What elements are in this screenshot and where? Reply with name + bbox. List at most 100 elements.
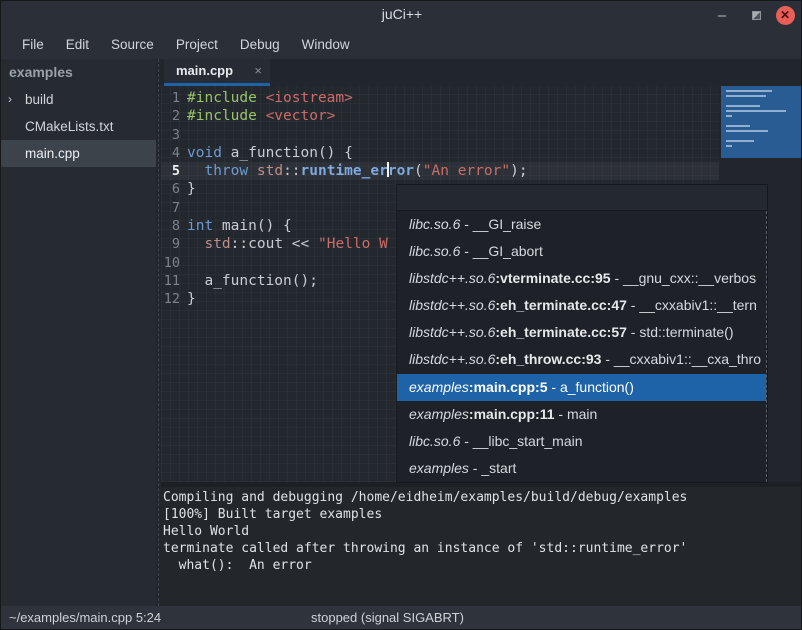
line-number: 2 — [161, 107, 187, 125]
frame-library: libstdc++.so.6 — [409, 324, 495, 340]
minimize-button[interactable]: – — [709, 1, 735, 29]
stack-frame-row[interactable]: examples - _start — [397, 455, 766, 482]
popup-search-entry[interactable] — [397, 185, 767, 211]
stack-frame-row[interactable]: libstdc++.so.6:eh_terminate.cc:57 - std:… — [397, 319, 766, 346]
line-number: 12 — [161, 290, 187, 308]
restore-button[interactable] — [743, 1, 769, 29]
minimap-code-line — [726, 115, 732, 117]
frame-function: - __gnu_cxx::__verbos — [611, 270, 757, 286]
terminal-line: what(): An error — [163, 557, 802, 574]
status-debug-state: stopped (signal SIGABRT) — [311, 610, 464, 625]
code-token: } — [187, 291, 196, 307]
file-tree: examples › build CMakeLists.txt main.cpp — [1, 59, 156, 606]
terminal-line: Compiling and debugging /home/eidheim/ex… — [163, 489, 802, 506]
frame-library: libstdc++.so.6 — [409, 297, 495, 313]
stack-frame-row[interactable]: libstdc++.so.6:vterminate.cc:95 - __gnu_… — [397, 265, 766, 292]
menu-window[interactable]: Window — [291, 33, 361, 56]
line-number: 1 — [161, 89, 187, 107]
line-number: 5 — [161, 162, 187, 180]
minimap-code-line — [726, 105, 760, 107]
stack-frame-row[interactable]: libc.so.6 - __GI_raise — [397, 211, 766, 238]
menu-debug[interactable]: Debug — [229, 33, 291, 56]
code-token: ror — [388, 163, 414, 179]
tree-item-cmakelists[interactable]: CMakeLists.txt — [1, 113, 156, 140]
stack-frame-row[interactable]: libstdc++.so.6:eh_throw.cc:93 - __cxxabi… — [397, 346, 766, 373]
code-token — [248, 163, 257, 179]
tree-item-main-cpp[interactable]: main.cpp — [1, 140, 156, 167]
line-number: 3 — [161, 126, 187, 144]
tree-item-label: main.cpp — [25, 146, 80, 161]
code-token — [187, 163, 204, 179]
terminal-output[interactable]: Compiling and debugging /home/eidheim/ex… — [161, 487, 802, 606]
titlebar[interactable]: juCi++ – ✕ — [1, 1, 802, 29]
terminal-line: [100%] Built target examples — [163, 506, 802, 523]
code-token: #include — [187, 108, 266, 124]
frame-library: libc.so.6 — [409, 216, 460, 232]
frame-function: - __cxxabiv1::__tern — [627, 297, 757, 313]
code-token: "An error" — [423, 163, 510, 179]
frame-function: - main — [555, 406, 598, 422]
tab-main-cpp[interactable]: main.cpp × — [164, 59, 270, 86]
frame-file: :eh_terminate.cc:47 — [495, 297, 627, 313]
minimap-code-line — [726, 145, 732, 147]
code-token: main() { — [213, 218, 292, 234]
menu-file[interactable]: File — [11, 33, 55, 56]
frame-library: libc.so.6 — [409, 243, 460, 259]
minimap-viewport[interactable] — [721, 86, 801, 158]
frame-file: :main.cpp:5 — [469, 379, 548, 395]
code-token: a_function() { — [222, 145, 353, 161]
tree-item-label: build — [25, 92, 54, 107]
stack-frame-row[interactable]: libc.so.6 - __GI_abort — [397, 238, 766, 265]
code-token: :: — [283, 163, 300, 179]
frame-file: :main.cpp:11 — [469, 406, 555, 422]
frame-function: - _start — [469, 460, 516, 476]
project-root-label: examples — [1, 59, 156, 86]
stack-frame-row[interactable]: libstdc++.so.6:eh_terminate.cc:47 - __cx… — [397, 292, 766, 319]
tree-item-build[interactable]: › build — [1, 86, 156, 113]
code-token — [187, 236, 204, 252]
restore-icon — [752, 11, 761, 20]
tree-item-label: CMakeLists.txt — [25, 119, 114, 134]
code-token: <vector> — [266, 108, 336, 124]
stack-frame-row[interactable]: examples:main.cpp:11 - main — [397, 401, 766, 428]
line-number: 6 — [161, 180, 187, 198]
status-file-location: ~/examples/main.cpp 5:24 — [9, 610, 161, 625]
stack-frame-row-selected[interactable]: examples:main.cpp:5 - a_function() — [397, 374, 766, 401]
chevron-right-icon[interactable]: › — [8, 86, 12, 113]
tabbar: main.cpp × — [161, 59, 802, 86]
minimap-code-line — [726, 125, 750, 127]
code-line-1: 1#include <iostream> — [161, 89, 719, 107]
terminal-line: terminate called after throwing an insta… — [163, 540, 802, 557]
window-title: juCi++ — [1, 6, 802, 22]
code-line-2: 2#include <vector> — [161, 107, 719, 125]
code-token: std — [204, 236, 230, 252]
code-token: "Hello W — [318, 236, 388, 252]
frame-library: examples — [409, 460, 469, 476]
statusbar: ~/examples/main.cpp 5:24 stopped (signal… — [1, 606, 802, 630]
frame-function: - __GI_abort — [460, 243, 543, 259]
frame-function: - std::terminate() — [627, 324, 734, 340]
frame-library: examples — [409, 379, 469, 395]
menu-project[interactable]: Project — [165, 33, 229, 56]
menu-source[interactable]: Source — [100, 33, 165, 56]
stack-frame-row[interactable]: libc.so.6 - __libc_start_main — [397, 428, 766, 455]
frame-file: :vterminate.cc:95 — [495, 270, 610, 286]
frame-library: libc.so.6 — [409, 433, 460, 449]
code-token: void — [187, 145, 222, 161]
juci-window: juCi++ – ✕ File Edit Source Project Debu… — [0, 0, 802, 630]
frame-function: - __GI_raise — [460, 216, 541, 232]
close-icon: ✕ — [776, 6, 795, 25]
code-token: int — [187, 218, 213, 234]
code-token: ::cout << — [231, 236, 318, 252]
code-token: a_function(); — [187, 273, 318, 289]
tab-label: main.cpp — [176, 63, 248, 78]
stack-frame-list: libc.so.6 - __GI_raise libc.so.6 - __GI_… — [397, 211, 767, 482]
close-button[interactable]: ✕ — [774, 1, 796, 29]
frame-library: examples — [409, 406, 469, 422]
frame-library: libstdc++.so.6 — [409, 270, 495, 286]
tab-close-icon[interactable]: × — [248, 63, 262, 78]
menubar: File Edit Source Project Debug Window — [1, 29, 802, 59]
frame-file: :eh_terminate.cc:57 — [495, 324, 627, 340]
line-number: 11 — [161, 272, 187, 290]
menu-edit[interactable]: Edit — [55, 33, 100, 56]
